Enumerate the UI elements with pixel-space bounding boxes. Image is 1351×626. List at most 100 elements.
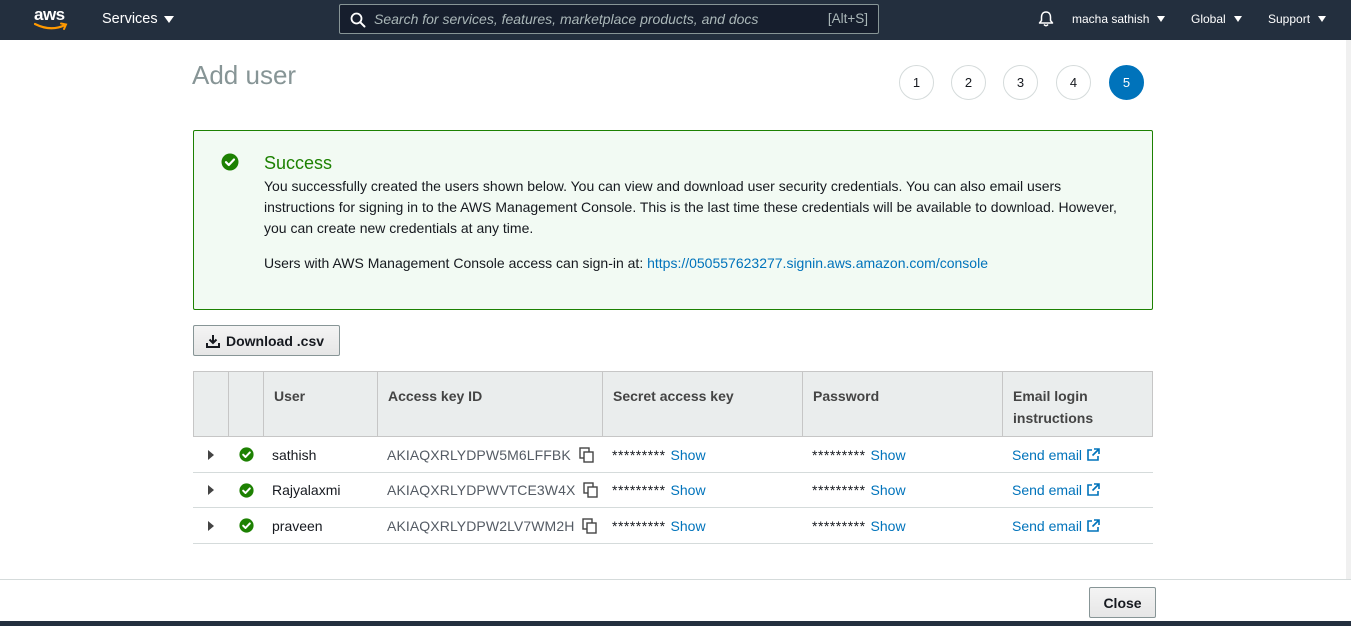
row-status (239, 508, 254, 543)
row-password: ********* Show (812, 508, 906, 543)
page-scrollbar[interactable] (1346, 40, 1351, 580)
row-password: ********* Show (812, 473, 906, 508)
user-account-menu[interactable]: macha sathish (1072, 12, 1166, 26)
success-check-icon (239, 482, 254, 498)
header-email-instructions[interactable]: Email login instructions (1003, 372, 1152, 436)
chevron-down-icon (1157, 16, 1166, 22)
copy-icon[interactable] (582, 517, 598, 534)
aws-logo[interactable]: aws (34, 6, 70, 32)
show-secret-link[interactable]: Show (671, 447, 706, 463)
success-title: Success (264, 153, 333, 173)
caret-right-icon (208, 449, 214, 460)
wizard-step-3[interactable]: 3 (1003, 65, 1038, 100)
table-row: praveen AKIAQXRLYDPW2LV7WM2H ********* S… (193, 508, 1153, 544)
caret-right-icon (208, 485, 214, 495)
send-email-link[interactable]: Send email (1012, 518, 1082, 534)
secret-mask: ********* (612, 446, 666, 463)
success-message: You successfully created the users shown… (264, 178, 1117, 236)
row-send-email[interactable]: Send email (1012, 437, 1100, 472)
header-password[interactable]: Password (803, 372, 1003, 436)
top-navigation-bar: aws Services [Alt+S] macha sathish Globa… (0, 0, 1351, 40)
chevron-down-icon (1233, 16, 1242, 22)
download-icon (206, 334, 220, 348)
bottom-bar (0, 621, 1351, 626)
user-account-label: macha sathish (1072, 12, 1150, 26)
secret-mask: ********* (612, 482, 666, 498)
row-access-key: AKIAQXRLYDPW2LV7WM2H (387, 508, 598, 543)
header-secret-key[interactable]: Secret access key (603, 372, 803, 436)
password-mask: ********* (812, 482, 866, 498)
chevron-down-icon (1318, 16, 1327, 22)
caret-right-icon (208, 520, 214, 531)
access-key-value: AKIAQXRLYDPW5M6LFFBK (387, 446, 571, 463)
access-key-value: AKIAQXRLYDPW2LV7WM2H (387, 517, 575, 534)
services-label: Services (102, 11, 158, 27)
row-user-name: sathish (272, 446, 317, 463)
row-status (239, 437, 254, 472)
show-password-link[interactable]: Show (871, 518, 906, 534)
page-title: Add user (192, 60, 297, 90)
support-label: Support (1268, 12, 1311, 26)
row-user-name: Rajyalaxmi (272, 482, 341, 498)
region-menu[interactable]: Global (1191, 12, 1242, 26)
success-check-icon (239, 447, 254, 462)
password-mask: ********* (812, 517, 866, 534)
secret-mask: ********* (612, 517, 666, 534)
external-link-icon (1087, 518, 1100, 532)
row-password: ********* Show (812, 437, 906, 472)
copy-icon[interactable] (579, 446, 594, 463)
search-bar[interactable]: [Alt+S] (339, 4, 879, 34)
services-menu[interactable]: Services (102, 11, 174, 27)
chevron-down-icon (163, 15, 174, 23)
row-access-key: AKIAQXRLYDPW5M6LFFBK (387, 437, 594, 472)
row-expand-toggle[interactable] (208, 508, 214, 543)
notification-bell-icon[interactable] (1037, 10, 1055, 28)
row-send-email[interactable]: Send email (1012, 473, 1100, 508)
send-email-link[interactable]: Send email (1012, 482, 1082, 498)
signin-info: Users with AWS Management Console access… (264, 255, 988, 271)
region-label: Global (1191, 12, 1226, 26)
wizard-step-1[interactable]: 1 (899, 65, 934, 100)
show-secret-link[interactable]: Show (671, 518, 706, 534)
row-expand-toggle[interactable] (208, 437, 214, 472)
send-email-link[interactable]: Send email (1012, 447, 1082, 463)
external-link-icon (1087, 447, 1100, 461)
search-icon (350, 12, 366, 28)
password-mask: ********* (812, 446, 866, 463)
wizard-step-5[interactable]: 5 (1109, 65, 1144, 100)
copy-icon[interactable] (583, 482, 599, 498)
signin-url-link[interactable]: https://050557623277.signin.aws.amazon.c… (647, 255, 988, 271)
external-link-icon (1087, 483, 1100, 496)
signin-text: Users with AWS Management Console access… (264, 255, 648, 271)
wizard-step-2[interactable]: 2 (951, 65, 986, 100)
download-csv-label: Download .csv (226, 332, 325, 349)
show-secret-link[interactable]: Show (671, 482, 706, 498)
support-menu[interactable]: Support (1268, 12, 1327, 26)
header-user[interactable]: User (264, 372, 378, 436)
download-csv-button[interactable]: Download .csv (193, 325, 340, 356)
table-row: Rajyalaxmi AKIAQXRLYDPWVTCE3W4X ********… (193, 473, 1153, 508)
row-secret-key: ********* Show (612, 437, 706, 472)
row-send-email[interactable]: Send email (1012, 508, 1100, 543)
show-password-link[interactable]: Show (871, 447, 906, 463)
search-input[interactable] (374, 5, 814, 33)
row-access-key: AKIAQXRLYDPWVTCE3W4X (387, 473, 599, 508)
show-password-link[interactable]: Show (871, 482, 906, 498)
table-header: User Access key ID Secret access key Pas… (193, 371, 1153, 437)
wizard-step-4[interactable]: 4 (1056, 65, 1091, 100)
success-check-icon (239, 518, 254, 533)
users-credentials-table: User Access key ID Secret access key Pas… (193, 371, 1153, 544)
close-button[interactable]: Close (1089, 587, 1156, 618)
row-user-name: praveen (272, 517, 323, 534)
header-expand-col (194, 372, 229, 436)
search-shortcut-hint: [Alt+S] (827, 11, 868, 26)
success-check-icon (221, 153, 239, 171)
aws-logo-text: aws (34, 5, 65, 24)
row-expand-toggle[interactable] (208, 473, 214, 508)
success-alert: Success You successfully created the use… (193, 130, 1153, 310)
row-secret-key: ********* Show (612, 508, 706, 543)
header-access-key[interactable]: Access key ID (378, 372, 603, 436)
aws-smile-icon (34, 22, 68, 30)
row-status (239, 473, 254, 508)
table-row: sathish AKIAQXRLYDPW5M6LFFBK ********* S… (193, 437, 1153, 473)
